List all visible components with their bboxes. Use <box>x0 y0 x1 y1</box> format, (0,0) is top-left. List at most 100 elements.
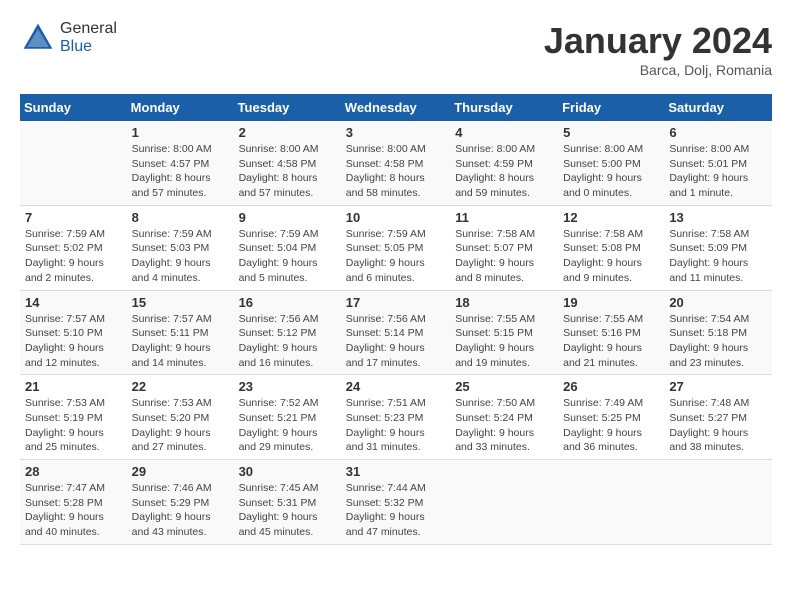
day-cell: 27 Sunrise: 7:48 AM Sunset: 5:27 PM Dayli… <box>664 375 772 460</box>
day-cell <box>558 460 664 545</box>
day-cell: 17Sunrise: 7:56 AM Sunset: 5:14 PM Dayli… <box>341 290 450 375</box>
day-number: 26 <box>563 379 659 394</box>
day-info: Sunrise: 7:49 AM Sunset: 5:25 PM Dayligh… <box>563 396 659 455</box>
day-info: Sunrise: 7:53 AM Sunset: 5:20 PM Dayligh… <box>132 396 229 455</box>
day-info: Sunrise: 7:46 AM Sunset: 5:29 PM Dayligh… <box>132 481 229 540</box>
title-block: January 2024 Barca, Dolj, Romania <box>544 20 772 78</box>
day-info: Sunrise: 7:58 AM Sunset: 5:07 PM Dayligh… <box>455 227 553 286</box>
day-cell: 31Sunrise: 7:44 AM Sunset: 5:32 PM Dayli… <box>341 460 450 545</box>
day-info: Sunrise: 7:48 AM Sunset: 5:27 PM Dayligh… <box>669 396 767 455</box>
day-number: 23 <box>239 379 336 394</box>
week-row-1: 1 Sunrise: 8:00 AM Sunset: 4:57 PM Daylig… <box>20 121 772 205</box>
day-info: Sunrise: 8:00 AM Sunset: 4:58 PM Dayligh… <box>239 142 336 201</box>
day-cell <box>450 460 558 545</box>
day-cell <box>664 460 772 545</box>
week-row-5: 28Sunrise: 7:47 AM Sunset: 5:28 PM Dayli… <box>20 460 772 545</box>
day-cell: 19 Sunrise: 7:55 AM Sunset: 5:16 PM Dayli… <box>558 290 664 375</box>
logo-general-text: General <box>60 20 117 37</box>
day-number: 18 <box>455 295 553 310</box>
day-cell: 6Sunrise: 8:00 AM Sunset: 5:01 PM Daylig… <box>664 121 772 205</box>
header-cell-thursday: Thursday <box>450 94 558 121</box>
day-cell: 18 Sunrise: 7:55 AM Sunset: 5:15 PM Dayli… <box>450 290 558 375</box>
day-info: Sunrise: 7:47 AM Sunset: 5:28 PM Dayligh… <box>25 481 122 540</box>
month-title: January 2024 <box>544 20 772 62</box>
day-info: Sunrise: 8:00 AM Sunset: 4:58 PM Dayligh… <box>346 142 445 201</box>
logo: General Blue <box>20 20 117 56</box>
calendar-table: SundayMondayTuesdayWednesdayThursdayFrid… <box>20 94 772 545</box>
day-number: 5 <box>563 125 659 140</box>
day-info: Sunrise: 7:53 AM Sunset: 5:19 PM Dayligh… <box>25 396 122 455</box>
day-cell: 25Sunrise: 7:50 AM Sunset: 5:24 PM Dayli… <box>450 375 558 460</box>
day-number: 27 <box>669 379 767 394</box>
page-header: General Blue January 2024 Barca, Dolj, R… <box>20 20 772 78</box>
day-info: Sunrise: 7:55 AM Sunset: 5:16 PM Dayligh… <box>563 312 659 371</box>
day-info: Sunrise: 7:59 AM Sunset: 5:04 PM Dayligh… <box>239 227 336 286</box>
day-cell: 22 Sunrise: 7:53 AM Sunset: 5:20 PM Dayli… <box>127 375 234 460</box>
location-text: Barca, Dolj, Romania <box>544 62 772 78</box>
day-number: 8 <box>132 210 229 225</box>
day-number: 7 <box>25 210 122 225</box>
day-cell: 5Sunrise: 8:00 AM Sunset: 5:00 PM Daylig… <box>558 121 664 205</box>
day-cell: 20Sunrise: 7:54 AM Sunset: 5:18 PM Dayli… <box>664 290 772 375</box>
day-number: 12 <box>563 210 659 225</box>
day-cell: 8 Sunrise: 7:59 AM Sunset: 5:03 PM Daylig… <box>127 205 234 290</box>
day-number: 24 <box>346 379 445 394</box>
day-cell: 4 Sunrise: 8:00 AM Sunset: 4:59 PM Daylig… <box>450 121 558 205</box>
day-cell: 30Sunrise: 7:45 AM Sunset: 5:31 PM Dayli… <box>234 460 341 545</box>
day-number: 22 <box>132 379 229 394</box>
day-number: 9 <box>239 210 336 225</box>
day-info: Sunrise: 8:00 AM Sunset: 4:57 PM Dayligh… <box>132 142 229 201</box>
day-info: Sunrise: 7:59 AM Sunset: 5:05 PM Dayligh… <box>346 227 445 286</box>
day-cell: 12Sunrise: 7:58 AM Sunset: 5:08 PM Dayli… <box>558 205 664 290</box>
day-number: 4 <box>455 125 553 140</box>
day-info: Sunrise: 7:50 AM Sunset: 5:24 PM Dayligh… <box>455 396 553 455</box>
day-cell: 3 Sunrise: 8:00 AM Sunset: 4:58 PM Daylig… <box>341 121 450 205</box>
day-number: 19 <box>563 295 659 310</box>
day-info: Sunrise: 8:00 AM Sunset: 4:59 PM Dayligh… <box>455 142 553 201</box>
header-cell-friday: Friday <box>558 94 664 121</box>
day-info: Sunrise: 7:52 AM Sunset: 5:21 PM Dayligh… <box>239 396 336 455</box>
day-number: 31 <box>346 464 445 479</box>
day-number: 1 <box>132 125 229 140</box>
day-number: 21 <box>25 379 122 394</box>
day-info: Sunrise: 7:55 AM Sunset: 5:15 PM Dayligh… <box>455 312 553 371</box>
day-number: 29 <box>132 464 229 479</box>
day-cell: 24 Sunrise: 7:51 AM Sunset: 5:23 PM Dayli… <box>341 375 450 460</box>
day-cell: 28Sunrise: 7:47 AM Sunset: 5:28 PM Dayli… <box>20 460 127 545</box>
day-cell: 7Sunrise: 7:59 AM Sunset: 5:02 PM Daylig… <box>20 205 127 290</box>
day-number: 17 <box>346 295 445 310</box>
week-row-2: 7Sunrise: 7:59 AM Sunset: 5:02 PM Daylig… <box>20 205 772 290</box>
day-number: 15 <box>132 295 229 310</box>
day-info: Sunrise: 7:56 AM Sunset: 5:12 PM Dayligh… <box>239 312 336 371</box>
logo-text: General Blue <box>60 20 117 56</box>
day-number: 20 <box>669 295 767 310</box>
day-info: Sunrise: 7:58 AM Sunset: 5:09 PM Dayligh… <box>669 227 767 286</box>
calendar-body: 1 Sunrise: 8:00 AM Sunset: 4:57 PM Daylig… <box>20 121 772 544</box>
header-cell-monday: Monday <box>127 94 234 121</box>
day-cell: 21 Sunrise: 7:53 AM Sunset: 5:19 PM Dayli… <box>20 375 127 460</box>
logo-blue-text: Blue <box>60 38 92 55</box>
day-cell: 14Sunrise: 7:57 AM Sunset: 5:10 PM Dayli… <box>20 290 127 375</box>
day-info: Sunrise: 7:57 AM Sunset: 5:10 PM Dayligh… <box>25 312 122 371</box>
day-cell: 9 Sunrise: 7:59 AM Sunset: 5:04 PM Daylig… <box>234 205 341 290</box>
header-cell-wednesday: Wednesday <box>341 94 450 121</box>
logo-icon <box>20 20 56 56</box>
day-number: 2 <box>239 125 336 140</box>
day-cell <box>20 121 127 205</box>
day-info: Sunrise: 7:51 AM Sunset: 5:23 PM Dayligh… <box>346 396 445 455</box>
week-row-3: 14Sunrise: 7:57 AM Sunset: 5:10 PM Dayli… <box>20 290 772 375</box>
day-cell: 29 Sunrise: 7:46 AM Sunset: 5:29 PM Dayli… <box>127 460 234 545</box>
day-number: 3 <box>346 125 445 140</box>
day-number: 13 <box>669 210 767 225</box>
header-row: SundayMondayTuesdayWednesdayThursdayFrid… <box>20 94 772 121</box>
day-number: 30 <box>239 464 336 479</box>
day-cell: 26 Sunrise: 7:49 AM Sunset: 5:25 PM Dayli… <box>558 375 664 460</box>
day-info: Sunrise: 7:59 AM Sunset: 5:03 PM Dayligh… <box>132 227 229 286</box>
day-cell: 13 Sunrise: 7:58 AM Sunset: 5:09 PM Dayli… <box>664 205 772 290</box>
day-cell: 15Sunrise: 7:57 AM Sunset: 5:11 PM Dayli… <box>127 290 234 375</box>
week-row-4: 21 Sunrise: 7:53 AM Sunset: 5:19 PM Dayli… <box>20 375 772 460</box>
calendar-header: SundayMondayTuesdayWednesdayThursdayFrid… <box>20 94 772 121</box>
day-info: Sunrise: 8:00 AM Sunset: 5:01 PM Dayligh… <box>669 142 767 201</box>
day-cell: 1 Sunrise: 8:00 AM Sunset: 4:57 PM Daylig… <box>127 121 234 205</box>
header-cell-saturday: Saturday <box>664 94 772 121</box>
